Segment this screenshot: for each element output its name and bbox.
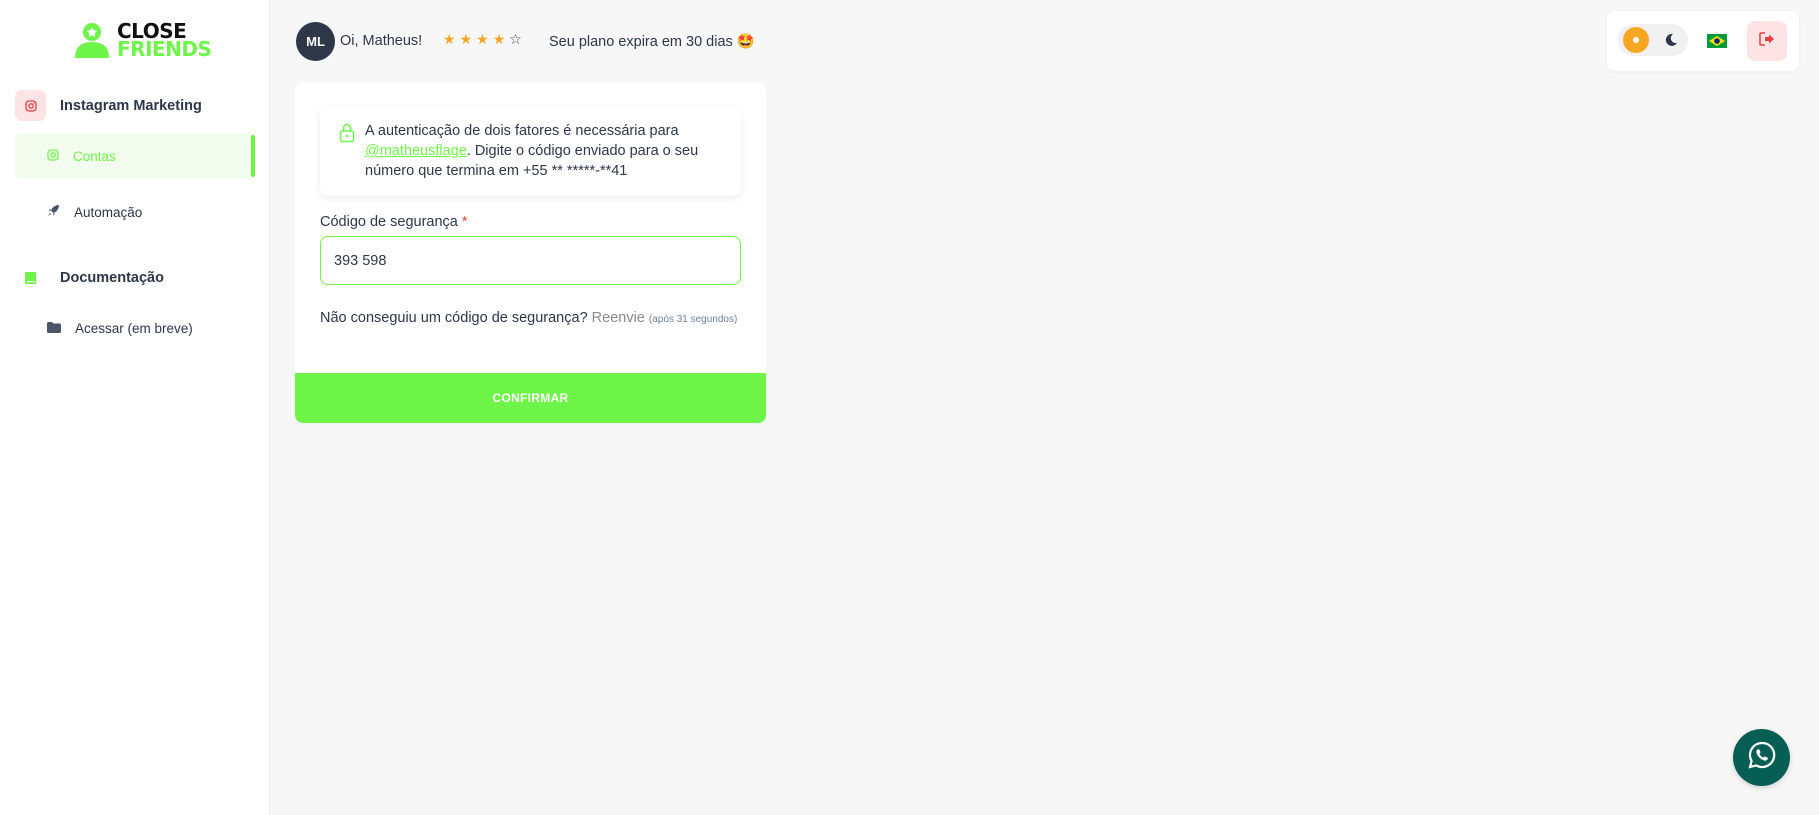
folder-icon bbox=[47, 321, 61, 336]
greeting: Oi, Matheus! bbox=[340, 33, 423, 49]
resend-timer: (após 31 segundos) bbox=[648, 314, 738, 325]
plan-expiry-text: Seu plano expira em 30 dias 🤩 bbox=[549, 34, 755, 50]
theme-toggle[interactable] bbox=[1618, 24, 1688, 56]
sidebar-item-automacao[interactable]: Automação bbox=[15, 189, 255, 235]
book-icon bbox=[15, 262, 46, 293]
section-instagram-marketing[interactable]: Instagram Marketing bbox=[15, 90, 202, 121]
section-documentacao[interactable]: Documentação bbox=[15, 262, 164, 293]
security-code-input[interactable] bbox=[320, 236, 741, 285]
two-factor-card: A autenticação de dois fatores é necessá… bbox=[295, 82, 766, 423]
resend-code: Não conseguiu um código de segurança? Re… bbox=[320, 307, 741, 331]
two-factor-alert: A autenticação de dois fatores é necessá… bbox=[320, 107, 741, 196]
security-code-label: Código de segurança * bbox=[320, 214, 468, 230]
sidebar-item-label: Acessar (em breve) bbox=[75, 320, 193, 336]
star-filled-icon: ★ bbox=[476, 31, 489, 47]
top-controls bbox=[1607, 11, 1799, 71]
logo[interactable]: CLOSE FRIENDS bbox=[73, 21, 212, 61]
brazil-flag-icon[interactable] bbox=[1697, 21, 1737, 61]
star-filled-icon: ★ bbox=[492, 31, 506, 47]
logo-text-line2: FRIENDS bbox=[117, 37, 212, 61]
instagram-icon bbox=[15, 90, 46, 121]
avatar[interactable]: ML bbox=[296, 22, 335, 61]
alert-message: A autenticação de dois fatores é necessá… bbox=[365, 121, 725, 181]
lock-icon bbox=[339, 123, 355, 148]
logout-button[interactable] bbox=[1747, 21, 1787, 61]
sidebar: CLOSE FRIENDS Instagram Marketing Contas… bbox=[0, 0, 270, 815]
whatsapp-icon bbox=[1747, 740, 1777, 775]
moon-icon[interactable] bbox=[1658, 27, 1684, 53]
section-label: Instagram Marketing bbox=[60, 97, 202, 114]
instagram-icon bbox=[47, 148, 59, 164]
star-filled-icon: ★ bbox=[459, 31, 473, 47]
rating-stars: ★ ★ ★ ★ ☆ bbox=[443, 31, 522, 48]
sidebar-item-label: Contas bbox=[73, 148, 116, 164]
star-empty-icon: ☆ bbox=[509, 31, 522, 47]
instagram-handle-link[interactable]: @matheusflage bbox=[365, 143, 467, 159]
section-label: Documentação bbox=[60, 269, 164, 286]
security-code-label-text: Código de segurança bbox=[320, 214, 458, 230]
sidebar-item-label: Automação bbox=[74, 204, 143, 220]
sun-icon[interactable] bbox=[1623, 27, 1649, 53]
resend-link[interactable]: Reenvie bbox=[592, 310, 645, 326]
whatsapp-button[interactable] bbox=[1733, 729, 1790, 786]
logo-icon bbox=[73, 22, 111, 58]
logout-icon bbox=[1759, 31, 1775, 51]
star-filled-icon: ★ bbox=[443, 31, 456, 47]
alert-prefix: A autenticação de dois fatores é necessá… bbox=[365, 123, 679, 139]
confirm-button[interactable]: CONFIRMAR bbox=[295, 373, 766, 423]
sidebar-item-contas[interactable]: Contas bbox=[15, 133, 255, 179]
sidebar-item-acessar[interactable]: Acessar (em breve) bbox=[15, 305, 255, 351]
rocket-icon bbox=[47, 204, 60, 220]
required-mark: * bbox=[461, 214, 468, 230]
resend-question: Não conseguiu um código de segurança? bbox=[320, 310, 588, 326]
